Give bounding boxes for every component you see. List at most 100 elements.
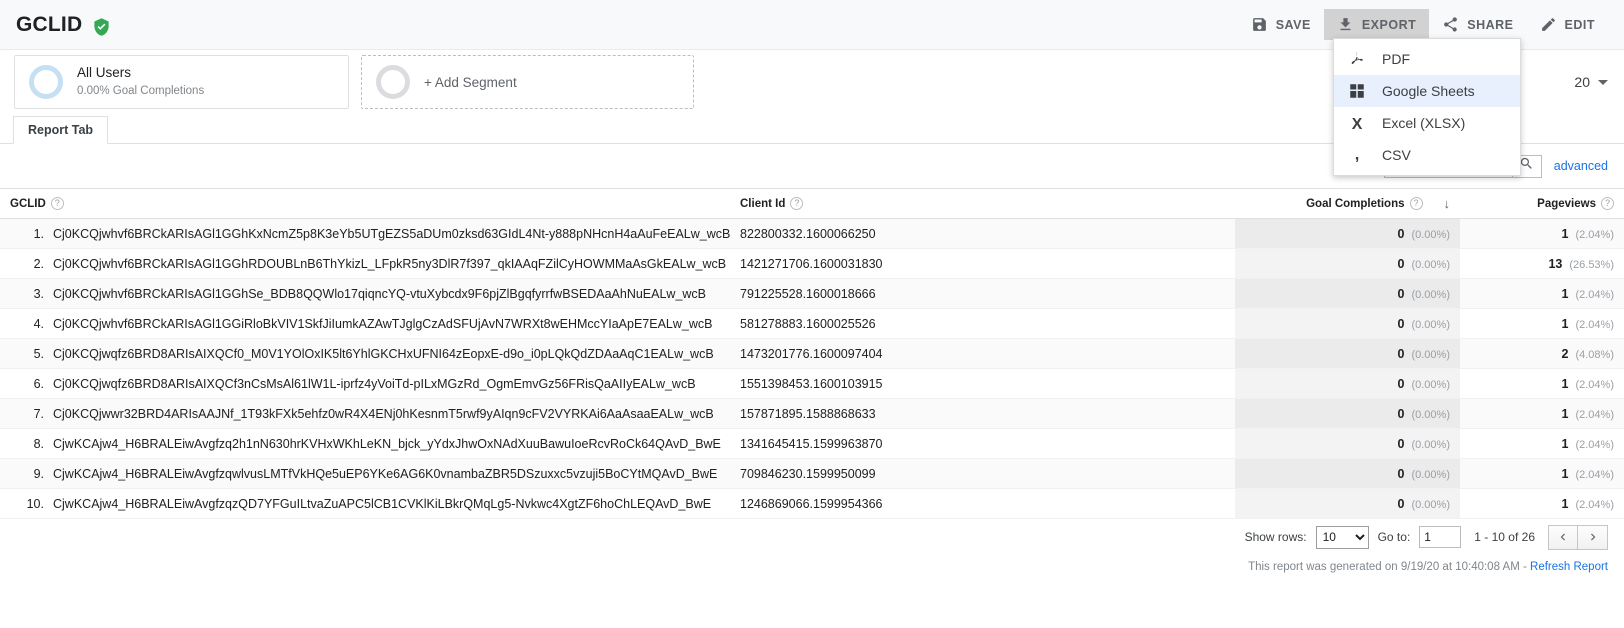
table-row[interactable]: 1.Cj0KCQjwhvf6BRCkARIsAGl1GGhKxNcmZ5p8K3…: [0, 219, 1624, 249]
column-header-goal-completions[interactable]: Goal Completions ? ↓: [1235, 189, 1460, 219]
date-range-selector[interactable]: 20: [1574, 74, 1608, 90]
tab-report-tab[interactable]: Report Tab: [13, 116, 108, 144]
cell-pageviews: 1(2.04%): [1460, 399, 1624, 429]
column-label-gclid: GCLID: [10, 198, 46, 210]
advanced-search-link[interactable]: advanced: [1554, 159, 1608, 173]
table-body: 1.Cj0KCQjwhvf6BRCkARIsAGl1GGhKxNcmZ5p8K3…: [0, 219, 1624, 519]
goal-percent: (0.00%): [1411, 469, 1450, 481]
table-row[interactable]: 3.Cj0KCQjwhvf6BRCkARIsAGl1GGhSe_BDB8QQWl…: [0, 279, 1624, 309]
goal-percent: (0.00%): [1411, 319, 1450, 331]
edit-label: EDIT: [1565, 18, 1595, 32]
previous-page-button[interactable]: [1548, 525, 1578, 550]
cell-client-id: 1421271706.1600031830: [730, 249, 1235, 279]
report-toolbar: SAVE EXPORT SHARE ED: [1238, 9, 1608, 40]
goto-page-input[interactable]: [1419, 526, 1461, 548]
goal-percent: (0.00%): [1411, 349, 1450, 361]
report-table: GCLID ? Client Id ? Goal Completions ? ↓: [0, 188, 1624, 519]
gclid-value[interactable]: CjwKCAjw4_H6BRALEiwAvgfzqwlvusLMTfVkHQe5…: [53, 467, 717, 481]
table-row[interactable]: 6.Cj0KCQjwqfz6BRD8ARIsAIXQCf3nCsMsAl61lW…: [0, 369, 1624, 399]
goal-percent: (0.00%): [1411, 289, 1450, 301]
excel-icon: X: [1346, 112, 1368, 134]
help-icon[interactable]: ?: [51, 197, 64, 210]
table-row[interactable]: 2. Cj0KCQjwhvf6BRCkARIsAGl1GGhRDOUBLnB6Th…: [0, 249, 1624, 279]
help-icon[interactable]: ?: [790, 197, 803, 210]
table-row[interactable]: 9. CjwKCAjw4_H6BRALEiwAvgfzqwlvusLMTfVkHQ…: [0, 459, 1624, 489]
export-option-label: Google Sheets: [1382, 83, 1475, 99]
gclid-value[interactable]: Cj0KCQjwhvf6BRCkARIsAGl1GGhSe_BDB8QQWlo1…: [53, 287, 706, 301]
segment-all-users[interactable]: All Users 0.00% Goal Completions: [14, 55, 349, 109]
export-option-excel[interactable]: X Excel (XLSX): [1334, 107, 1520, 139]
export-button[interactable]: EXPORT: [1324, 9, 1429, 40]
export-option-google-sheets[interactable]: Google Sheets: [1334, 75, 1520, 107]
table-row[interactable]: 10. CjwKCAjw4_H6BRALEiwAvgfzqzQD7YFGuILtv…: [0, 489, 1624, 519]
row-index: 10.: [10, 497, 44, 511]
date-range-value: 20: [1574, 74, 1590, 90]
goal-value: 0: [1398, 257, 1405, 271]
row-index: 5.: [10, 347, 44, 361]
add-segment-label: + Add Segment: [424, 75, 517, 90]
pageviews-percent: (2.04%): [1575, 379, 1614, 391]
cell-gclid: 10. CjwKCAjw4_H6BRALEiwAvgfzqzQD7YFGuILtv…: [0, 489, 730, 519]
add-segment-button[interactable]: + Add Segment: [361, 55, 694, 109]
edit-button[interactable]: EDIT: [1527, 9, 1608, 40]
gclid-value[interactable]: Cj0KCQjwqfz6BRD8ARIsAIXQCf3nCsMsAl61lW1L…: [53, 377, 696, 391]
goal-percent: (0.00%): [1411, 409, 1450, 421]
column-header-pageviews[interactable]: Pageviews ?: [1460, 189, 1624, 219]
export-label: EXPORT: [1362, 18, 1416, 32]
row-index: 2.: [10, 257, 44, 271]
goal-percent: (0.00%): [1411, 229, 1450, 241]
column-header-gclid[interactable]: GCLID ?: [0, 189, 730, 219]
gclid-value[interactable]: Cj0KCQjwhvf6BRCkARIsAGl1GGiRloBkVIV1SkfJ…: [53, 317, 712, 331]
gclid-value[interactable]: Cj0KCQjwhvf6BRCkARIsAGl1GGhKxNcmZ5p8K3eY…: [53, 227, 730, 241]
pagination-range: 1 - 10 of 26: [1474, 530, 1535, 544]
gclid-value[interactable]: CjwKCAjw4_H6BRALEiwAvgfzq2h1nN630hrKVHxW…: [53, 437, 721, 451]
pageviews-value: 1: [1562, 377, 1569, 391]
chevron-right-icon: [1586, 530, 1600, 544]
help-icon[interactable]: ?: [1601, 197, 1614, 210]
gclid-value[interactable]: Cj0KCQjwhvf6BRCkARIsAGl1GGhRDOUBLnB6ThYk…: [53, 257, 726, 271]
row-index: 8.: [10, 437, 44, 451]
save-button[interactable]: SAVE: [1238, 9, 1324, 40]
share-button[interactable]: SHARE: [1429, 9, 1526, 40]
show-rows-label: Show rows:: [1245, 530, 1307, 544]
column-header-client-id[interactable]: Client Id ?: [730, 189, 1235, 219]
goal-percent: (0.00%): [1411, 379, 1450, 391]
generated-text: This report was generated on 9/19/20 at …: [1248, 561, 1530, 573]
cell-client-id: 791225528.1600018666: [730, 279, 1235, 309]
sort-descending-icon[interactable]: ↓: [1444, 196, 1451, 211]
refresh-report-link[interactable]: Refresh Report: [1530, 561, 1608, 573]
row-index: 9.: [10, 467, 44, 481]
table-row[interactable]: 7. Cj0KCQjwwr32BRD4ARIsAAJNf_1T93kFXk5ehf…: [0, 399, 1624, 429]
column-label-client-id: Client Id: [740, 198, 785, 210]
page-title: GCLID: [16, 13, 82, 37]
cell-pageviews: 1(2.04%): [1460, 459, 1624, 489]
client-id-value: 157871895.1588868633: [740, 407, 876, 421]
goal-value: 0: [1398, 227, 1405, 241]
cell-pageviews: 1(2.04%): [1460, 279, 1624, 309]
segment-metric: 0.00% Goal Completions: [77, 84, 204, 98]
export-option-csv[interactable]: , CSV: [1334, 139, 1520, 171]
rows-per-page-select[interactable]: 10255010025050010005000: [1316, 526, 1369, 549]
cell-goal-completions: 0(0.00%): [1235, 339, 1460, 369]
google-sheets-icon: [1346, 80, 1368, 102]
cell-client-id: 1341645415.1599963870: [730, 429, 1235, 459]
pageviews-value: 1: [1562, 317, 1569, 331]
download-icon: [1337, 16, 1354, 33]
table-row[interactable]: 5. Cj0KCQjwqfz6BRD8ARIsAIXQCf0_M0V1YOlOxI…: [0, 339, 1624, 369]
client-id-value: 709846230.1599950099: [740, 467, 876, 481]
table-row[interactable]: 4.Cj0KCQjwhvf6BRCkARIsAGl1GGiRloBkVIV1Sk…: [0, 309, 1624, 339]
cell-goal-completions: 0(0.00%): [1235, 249, 1460, 279]
row-index: 7.: [10, 407, 44, 421]
client-id-value: 1421271706.1600031830: [740, 257, 883, 271]
pageviews-value: 1: [1562, 467, 1569, 481]
next-page-button[interactable]: [1578, 525, 1608, 550]
pageviews-percent: (2.04%): [1575, 439, 1614, 451]
gclid-value[interactable]: Cj0KCQjwwr32BRD4ARIsAAJNf_1T93kFXk5ehfz0…: [53, 407, 714, 421]
help-icon[interactable]: ?: [1410, 197, 1423, 210]
gclid-value[interactable]: Cj0KCQjwqfz6BRD8ARIsAIXQCf0_M0V1YOlOxIK5…: [53, 347, 714, 361]
cell-gclid: 3.Cj0KCQjwhvf6BRCkARIsAGl1GGhSe_BDB8QQWl…: [0, 279, 730, 309]
chevron-down-icon: [1598, 80, 1608, 85]
table-row[interactable]: 8. CjwKCAjw4_H6BRALEiwAvgfzq2h1nN630hrKVH…: [0, 429, 1624, 459]
gclid-value[interactable]: CjwKCAjw4_H6BRALEiwAvgfzqzQD7YFGuILtvaZu…: [53, 497, 711, 511]
export-option-pdf[interactable]: PDF: [1334, 43, 1520, 75]
